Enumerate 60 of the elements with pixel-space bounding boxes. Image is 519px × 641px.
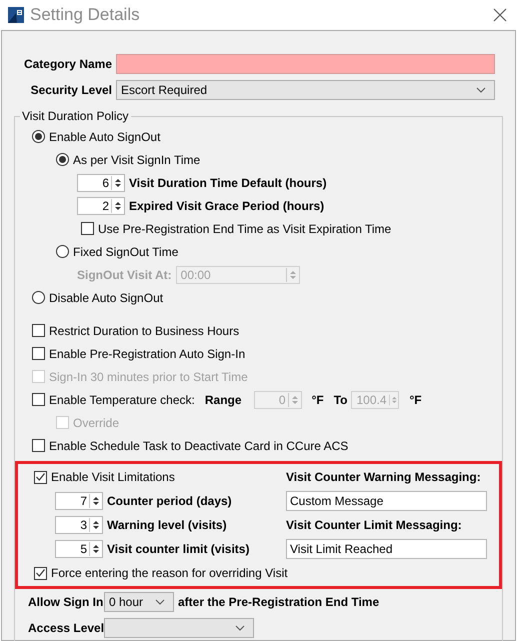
- field-label: Security Level: [30, 83, 113, 97]
- checkbox[interactable]: [32, 324, 45, 337]
- spin-arrows-icon[interactable]: [111, 174, 124, 190]
- radio-label: Disable Auto SignOut: [49, 290, 164, 304]
- to-label: To: [334, 392, 348, 406]
- message-label: Visit Counter Limit Messaging:: [286, 518, 463, 532]
- number-spinner[interactable]: 5: [55, 540, 103, 558]
- radio-button[interactable]: [32, 130, 45, 143]
- checkbox[interactable]: [34, 470, 47, 484]
- checkbox-label: Force entering the reason for overriding Visit: [51, 566, 288, 580]
- spinner-label: Expired Visit Grace Period (hours): [129, 198, 324, 212]
- checkbox-label: Restrict Duration to Business Hours: [49, 324, 240, 338]
- spinner-label: Visit counter limit (visits): [107, 542, 250, 556]
- time-label: SignOut Visit At:: [77, 268, 172, 282]
- spin-arrows-icon[interactable]: [89, 541, 102, 557]
- range-label: Range: [204, 392, 242, 406]
- checkbox-label: Use Pre-Registration End Time as Visit Expiration Time: [98, 222, 392, 236]
- chevron-down-icon: [476, 87, 486, 93]
- number-spinner[interactable]: 2: [77, 196, 125, 214]
- radio-button[interactable]: [32, 291, 45, 304]
- radio-label: As per Visit SignIn Time: [73, 152, 200, 166]
- checkbox[interactable]: [34, 566, 47, 580]
- app-logo-icon: [8, 7, 24, 23]
- spinner-label: Counter period (days): [107, 494, 232, 508]
- chevron-down-icon: [155, 599, 165, 605]
- checkbox-label: Override: [73, 416, 120, 430]
- checkbox-label: Enable Temperature check:: [49, 392, 195, 406]
- checkbox-label: Enable Schedule Task to Deactivate Card in CCure ACS: [49, 438, 348, 452]
- unit-label: °F: [312, 392, 324, 406]
- unit-label: °F: [409, 392, 422, 406]
- message-label: Visit Counter Warning Messaging:: [286, 470, 482, 484]
- checkbox[interactable]: [32, 393, 45, 406]
- checkbox-label: Sign-In 30 minutes prior to Start Time: [49, 370, 248, 384]
- number-spinner[interactable]: 7: [55, 492, 103, 510]
- spin-arrows-icon[interactable]: [89, 517, 102, 533]
- spin-arrows-icon[interactable]: [111, 198, 124, 214]
- group-title: Visit Duration Policy: [21, 109, 130, 123]
- radio-button[interactable]: [56, 245, 69, 258]
- checkbox[interactable]: [32, 347, 45, 360]
- message-field[interactable]: Visit Limit Reached: [286, 539, 487, 559]
- spinner-label: Warning level (visits): [107, 518, 227, 532]
- field-label: Category Name: [22, 57, 113, 71]
- field-label: after the Pre-Registration End Time: [178, 595, 380, 609]
- radio-label: Enable Auto SignOut: [49, 130, 160, 144]
- checkbox-label: Enable Visit Limitations: [51, 470, 175, 484]
- radio-label: Fixed SignOut Time: [73, 244, 178, 258]
- radio-button[interactable]: [56, 153, 69, 166]
- message-field[interactable]: Custom Message: [286, 491, 487, 511]
- number-spinner[interactable]: 6: [77, 174, 125, 192]
- chevron-down-icon: [235, 625, 245, 631]
- checkbox[interactable]: [32, 439, 45, 452]
- number-spinner[interactable]: 3: [55, 516, 103, 534]
- input-field[interactable]: [116, 54, 495, 74]
- spinner-label: Visit Duration Time Default (hours): [129, 176, 327, 190]
- spin-arrows-icon[interactable]: [89, 493, 102, 509]
- checkbox[interactable]: [81, 222, 94, 235]
- checkbox-label: Enable Pre-Registration Auto Sign-In: [49, 346, 246, 360]
- window-title: Setting Details: [30, 5, 141, 25]
- dropdown[interactable]: 0 hour: [104, 592, 174, 612]
- dropdown[interactable]: Escort Required: [116, 80, 495, 100]
